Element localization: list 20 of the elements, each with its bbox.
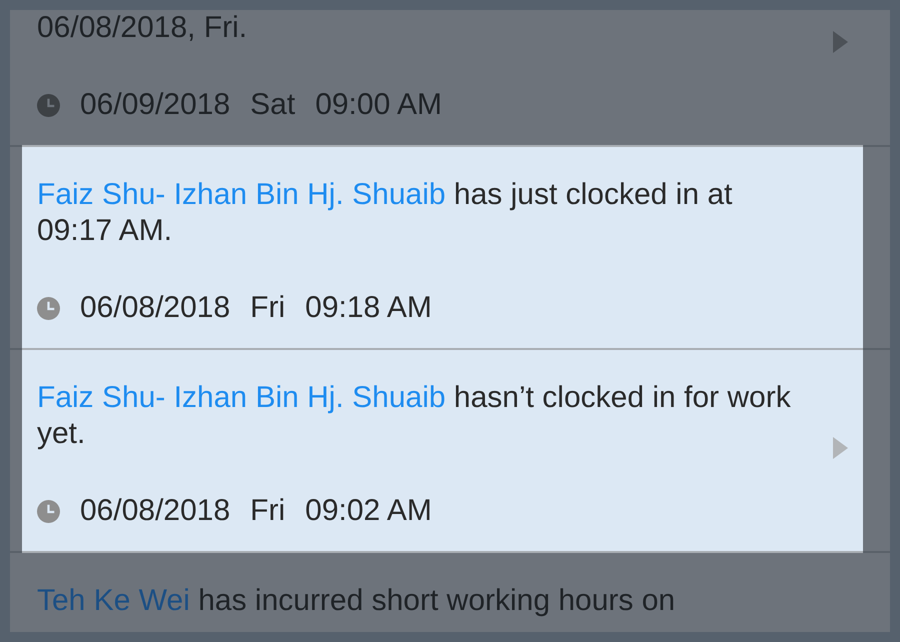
employee-name-link[interactable]: Teh Ke Wei [37, 584, 190, 617]
notification-message: 06/08/2018, Fri. [37, 10, 248, 46]
time-text: 09:02 AM [305, 493, 432, 529]
weekday-text: Fri [250, 290, 286, 326]
notification-message: Faiz Shu- Izhan Bin Hj. Shuaib has just clocked in at 09:17 AM. [37, 177, 734, 249]
clock-icon [37, 296, 60, 320]
clock-icon [37, 500, 60, 522]
weekday-text: Sat [250, 87, 296, 123]
employee-name-link[interactable]: Faiz Shu- Izhan Bin Hj. Shuaib [37, 381, 446, 414]
notification-message: Faiz Shu- Izhan Bin Hj. Shuaib hasn’t clocked in for work yet. [37, 380, 792, 452]
date-text: 06/08/2018 [80, 493, 230, 529]
employee-name-link[interactable]: Faiz Shu- Izhan Bin Hj. Shuaib [37, 178, 446, 211]
clock-icon [37, 94, 60, 116]
highlighted-notification[interactable]: Faiz Shu- Izhan Bin Hj. Shuaib hasn’t clocked in for work yet. 06/08/2018 Fri 09:02 AM [22, 350, 863, 551]
date-text: 06/09/2018 [80, 87, 230, 123]
date-text: 06/08/2018 [80, 290, 230, 326]
notification-message: Teh Ke Wei has incurred short working hours on [37, 583, 676, 619]
weekday-text: Fri [250, 493, 286, 529]
time-text: 09:00 AM [315, 87, 442, 123]
time-text: 09:18 AM [305, 290, 432, 326]
